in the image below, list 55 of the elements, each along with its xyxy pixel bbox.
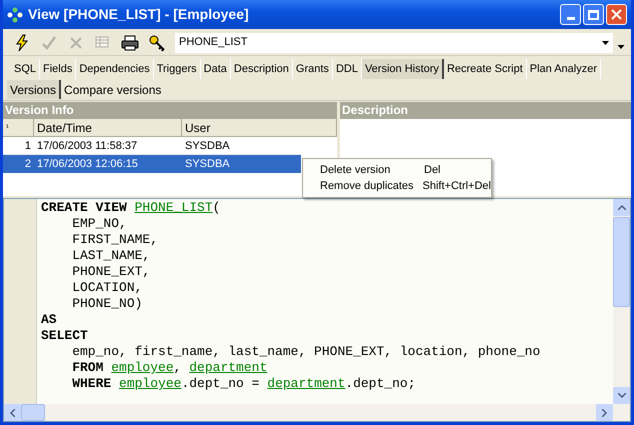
- panel-title: Description: [340, 102, 631, 119]
- scroll-thumb[interactable]: [613, 217, 630, 307]
- table-cell-text: SYSDBA: [184, 157, 231, 172]
- code-line: LOCATION,: [71, 280, 144, 296]
- tab[interactable]: Description: [230, 59, 293, 79]
- code-line: EMP_NO,: [71, 216, 128, 232]
- code-line: PHONE_NO): [71, 296, 144, 312]
- code-line: SELECT: [41, 328, 89, 344]
- subtab[interactable]: Compare versions: [61, 80, 164, 99]
- horizontal-scrollbar[interactable]: [4, 404, 630, 421]
- vertical-scrollbar[interactable]: [613, 199, 630, 404]
- close-button[interactable]: [606, 4, 627, 25]
- window-title: View [PHONE_LIST] - [Employee]: [28, 5, 250, 24]
- panel-title: Version Info: [3, 102, 337, 119]
- table-cell-text: 17/06/2003 12:06:15: [36, 157, 139, 172]
- object-combo[interactable]: PHONE_LIST: [175, 32, 613, 52]
- subtab[interactable]: Versions: [7, 80, 62, 99]
- minimize-button[interactable]: [560, 4, 581, 25]
- maximize-button[interactable]: [583, 4, 604, 25]
- code-line: AS: [41, 312, 58, 328]
- scroll-down-icon[interactable]: [613, 387, 630, 404]
- code-line: WHERE employee.dept_no = department.dept_no;: [71, 376, 416, 392]
- close-icon: [611, 9, 622, 20]
- table-row[interactable]: 2 17/06/2003 12:06:15 SYSDBA: [3, 155, 301, 173]
- tab[interactable]: Dependencies: [76, 59, 154, 79]
- tab[interactable]: Recreate Script: [444, 59, 527, 79]
- code-line: FIRST_NAME,: [71, 232, 160, 248]
- tab[interactable]: Triggers: [154, 59, 201, 79]
- tab[interactable]: Version History: [362, 59, 444, 79]
- tab[interactable]: Data: [200, 59, 231, 79]
- scroll-right-icon[interactable]: [596, 404, 613, 421]
- scroll-up-icon[interactable]: [613, 199, 630, 216]
- app-icon: [7, 6, 23, 22]
- column-header[interactable]: Date/Time: [34, 119, 182, 136]
- table-cell-text: 17/06/2003 11:58:37: [36, 139, 138, 154]
- dropdown-arrow-icon: [602, 40, 609, 44]
- tab[interactable]: Fields: [40, 59, 76, 79]
- tab[interactable]: Plan Analyzer: [526, 59, 602, 79]
- table-cell-text: SYSDBA: [184, 139, 231, 154]
- scroll-left-icon[interactable]: [4, 404, 21, 421]
- code-line: PHONE_EXT,: [71, 264, 152, 280]
- tab[interactable]: SQL: [11, 59, 40, 79]
- tab[interactable]: Grants: [292, 59, 333, 79]
- menu-item[interactable]: Remove duplicates Shift+Ctrl+Del: [303, 178, 491, 194]
- table-cell-text: 1: [24, 139, 32, 154]
- column-header[interactable]: ¹: [3, 119, 34, 136]
- scroll-thumb[interactable]: [21, 404, 45, 421]
- chevron-icon[interactable]: [617, 44, 625, 48]
- code-line: FROM employee, department: [71, 360, 268, 376]
- code-line: CREATE VIEW PHONE_LIST(: [41, 200, 222, 216]
- code-line: LAST_NAME,: [71, 248, 152, 264]
- code-line: emp_no, first_name, last_name, PHONE_EXT, location, phone_no: [71, 344, 542, 360]
- column-header[interactable]: User: [182, 119, 337, 136]
- menu-item[interactable]: Delete version Del: [303, 162, 491, 178]
- table-cell-text: 2: [24, 157, 32, 172]
